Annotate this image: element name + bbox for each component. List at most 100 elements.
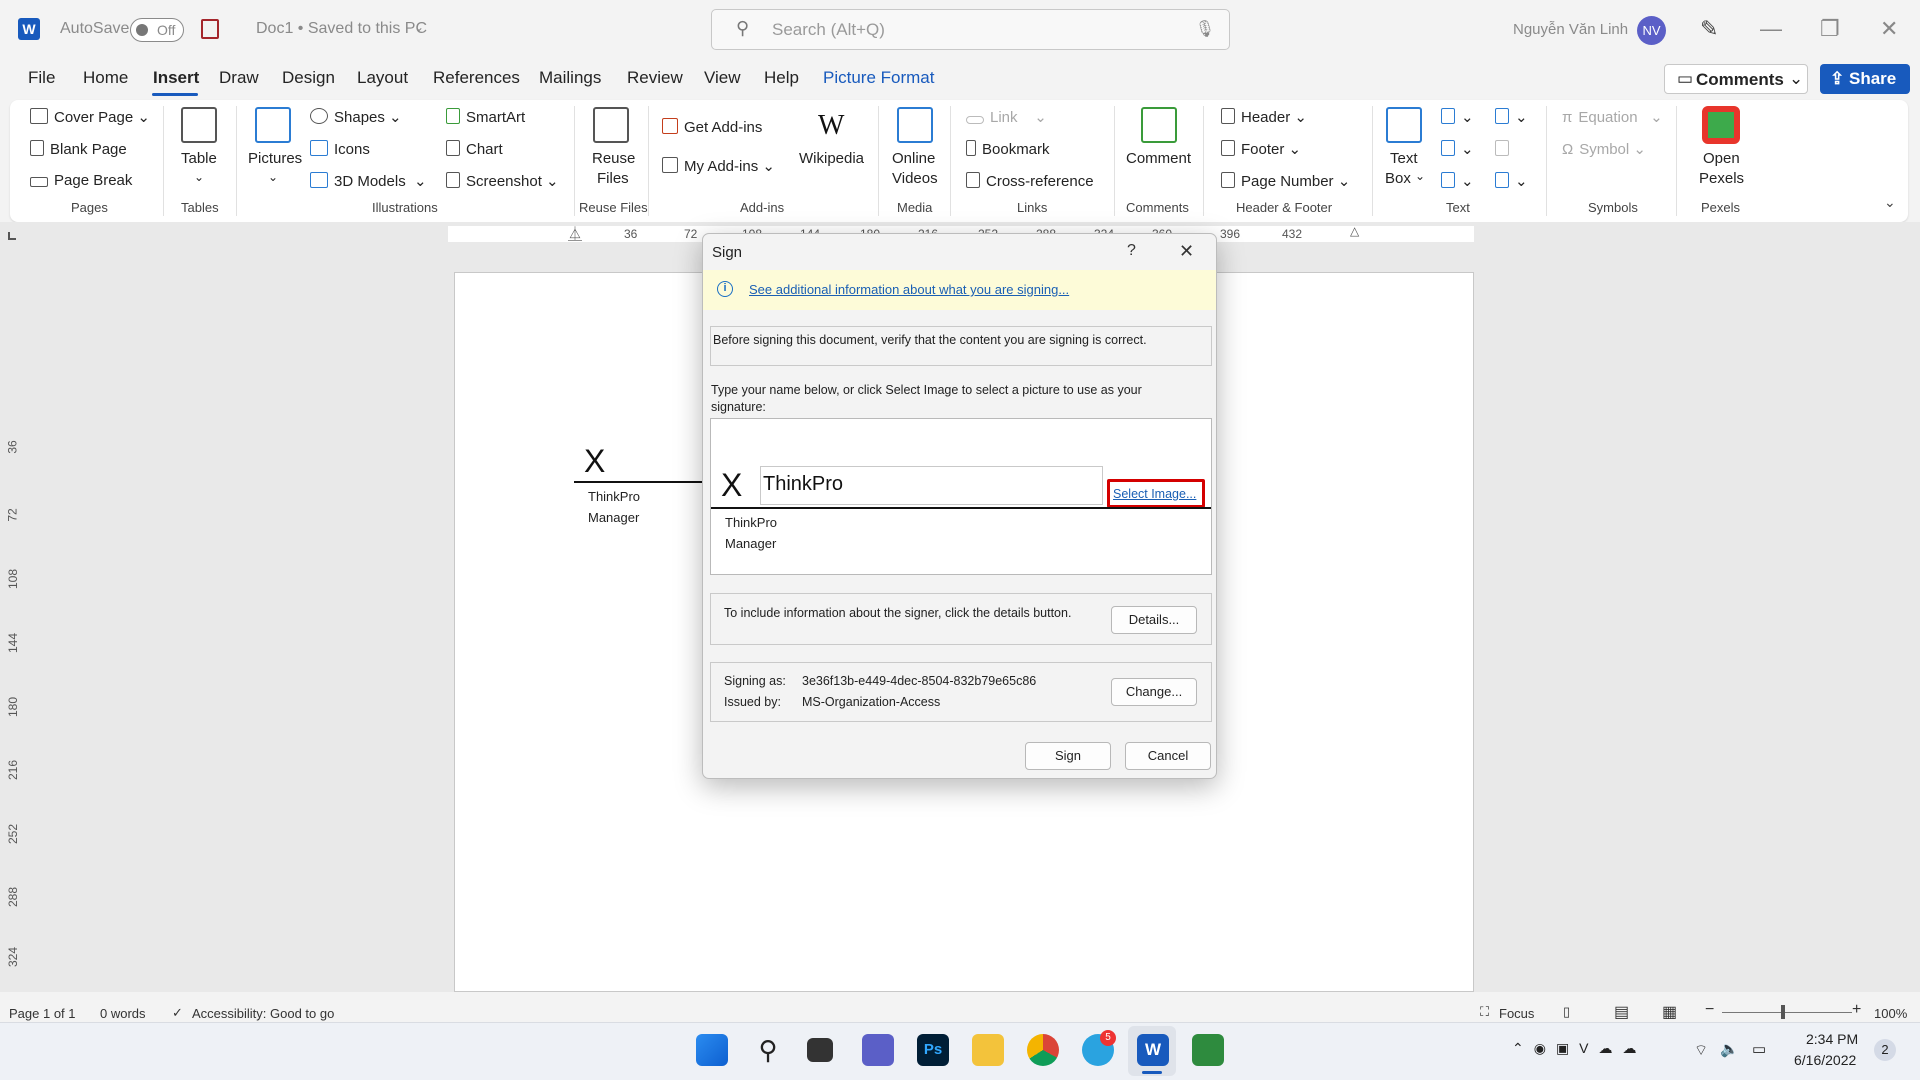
table-icon[interactable] <box>181 107 217 143</box>
word-count[interactable]: 0 words <box>100 1006 146 1021</box>
volume-icon[interactable]: 🔈 <box>1720 1040 1739 1058</box>
close-icon[interactable]: ✕ <box>1179 241 1194 262</box>
document-title[interactable]: Doc1 • Saved to this PC <box>256 20 427 38</box>
online-videos-label1[interactable]: Online <box>892 150 935 167</box>
help-icon[interactable]: ? <box>1127 242 1136 260</box>
chrome-icon[interactable] <box>1027 1034 1059 1066</box>
tab-draw[interactable]: Draw <box>219 68 259 88</box>
signature-line[interactable] <box>574 481 704 483</box>
zoom-slider-thumb[interactable] <box>1781 1005 1785 1019</box>
chevron-down-icon[interactable]: ⌄ <box>268 170 278 184</box>
page-number-button[interactable]: Page Number ⌄ <box>1221 172 1350 190</box>
date-time-button[interactable] <box>1495 140 1515 158</box>
open-pexels-label1[interactable]: Open <box>1703 150 1740 167</box>
equation-button[interactable]: π Equation ⌄ <box>1562 108 1663 126</box>
clock-time[interactable]: 2:34 PM <box>1806 1031 1858 1047</box>
get-add-ins-button[interactable]: Get Add-ins <box>662 118 762 136</box>
close-icon[interactable]: ✕ <box>1880 16 1898 42</box>
open-pexels-label2[interactable]: Pexels <box>1699 170 1744 187</box>
avatar[interactable]: NV <box>1637 16 1666 45</box>
collapse-ribbon-icon[interactable]: ⌄ <box>1884 194 1896 211</box>
table-button[interactable]: Table <box>181 150 217 167</box>
tab-picture-format[interactable]: Picture Format <box>823 68 934 88</box>
wikipedia-icon[interactable]: W <box>818 110 844 142</box>
page-break-button[interactable]: Page Break <box>30 172 132 189</box>
tab-home[interactable]: Home <box>83 68 128 88</box>
tab-view[interactable]: View <box>704 68 741 88</box>
save-icon[interactable] <box>201 19 219 39</box>
notification-badge[interactable]: 2 <box>1874 1039 1896 1061</box>
pictures-button[interactable]: Pictures <box>248 150 302 167</box>
minimize-icon[interactable]: — <box>1760 16 1782 42</box>
reuse-files-label2[interactable]: Files <box>597 170 629 187</box>
chat-icon[interactable] <box>862 1034 894 1066</box>
cover-page-button[interactable]: Cover Page ⌄ <box>30 108 150 126</box>
autosave-toggle[interactable]: Off <box>130 18 184 42</box>
comments-button[interactable]: ▭ Comments ⌄ <box>1664 64 1808 94</box>
pictures-icon[interactable] <box>255 107 291 143</box>
chevron-down-icon[interactable]: ⌄ <box>194 170 204 184</box>
zoom-level[interactable]: 100% <box>1874 1006 1907 1021</box>
text-box-label2[interactable]: Box <box>1385 170 1411 187</box>
zoom-out-icon[interactable]: − <box>1705 1001 1714 1019</box>
wikipedia-button[interactable]: Wikipedia <box>799 150 864 167</box>
chevron-down-icon[interactable]: ⌄ <box>1415 169 1425 183</box>
restore-icon[interactable]: ❐ <box>1820 16 1840 42</box>
user-name[interactable]: Nguyễn Văn Linh <box>1513 21 1628 38</box>
accessibility-status[interactable]: Accessibility: Good to go <box>192 1006 334 1021</box>
link-button[interactable]: Link ⌄ <box>966 108 1047 126</box>
shapes-button[interactable]: Shapes ⌄ <box>310 108 402 126</box>
clock-date[interactable]: 6/16/2022 <box>1794 1052 1856 1068</box>
smartart-button[interactable]: SmartArt <box>446 108 525 126</box>
right-indent-marker-icon[interactable]: △ <box>1350 224 1359 238</box>
cancel-button[interactable]: Cancel <box>1125 742 1211 770</box>
online-videos-label2[interactable]: Videos <box>892 170 938 187</box>
print-layout-icon[interactable]: ▤ <box>1614 1002 1629 1022</box>
drop-cap-button[interactable]: ⌄ <box>1441 172 1474 190</box>
object-button[interactable]: ⌄ <box>1495 172 1528 190</box>
cross-reference-button[interactable]: Cross-reference <box>966 172 1094 190</box>
vertical-ruler[interactable]: 36 72 108 144 180 216 252 288 324 <box>6 250 24 990</box>
text-box-label1[interactable]: Text <box>1390 150 1418 167</box>
wifi-icon[interactable]: ⌔ <box>1694 1041 1708 1060</box>
pexels-icon[interactable] <box>1702 106 1740 144</box>
indent-marker-icon[interactable]: ⏅ <box>568 224 582 244</box>
my-add-ins-button[interactable]: My Add-ins ⌄ <box>662 157 775 175</box>
bookmark-button[interactable]: Bookmark <box>966 140 1050 158</box>
pen-icon[interactable]: ✎ <box>1700 16 1718 42</box>
details-button[interactable]: Details... <box>1111 606 1197 634</box>
tab-mailings[interactable]: Mailings <box>539 68 601 88</box>
screenshot-button[interactable]: Screenshot ⌄ <box>446 172 559 190</box>
share-button[interactable]: ⇪ Share <box>1820 64 1910 94</box>
file-explorer-icon[interactable] <box>972 1034 1004 1066</box>
signature-name-input[interactable]: ThinkPro <box>760 466 1103 505</box>
battery-icon[interactable]: ▭ <box>1752 1040 1766 1058</box>
search-icon[interactable]: ⚲ <box>752 1034 784 1066</box>
tab-file[interactable]: File <box>28 68 55 88</box>
tab-help[interactable]: Help <box>764 68 799 88</box>
header-button[interactable]: Header ⌄ <box>1221 108 1307 126</box>
focus-button[interactable]: Focus <box>1499 1006 1534 1021</box>
zoom-slider[interactable] <box>1722 1012 1852 1013</box>
select-image-button[interactable]: Select Image... <box>1113 487 1196 501</box>
sign-button[interactable]: Sign <box>1025 742 1111 770</box>
system-tray-icons[interactable]: ⌃◉▣V☁☁ <box>1512 1040 1647 1057</box>
text-box-icon[interactable] <box>1386 107 1422 143</box>
comment-button[interactable]: Comment <box>1126 150 1191 167</box>
search-input[interactable]: ⚲ Search (Alt+Q) 🎙 <box>711 9 1230 50</box>
read-mode-icon[interactable]: ▯ <box>1563 1004 1570 1020</box>
certificate-app-icon[interactable] <box>1192 1034 1224 1066</box>
start-icon[interactable] <box>696 1034 728 1066</box>
icons-button[interactable]: Icons <box>310 140 370 158</box>
photoshop-icon[interactable]: Ps <box>917 1034 949 1066</box>
symbol-button[interactable]: Ω Symbol ⌄ <box>1562 140 1646 158</box>
chevron-down-icon[interactable]: ⌄ <box>414 20 424 34</box>
zoom-in-icon[interactable]: + <box>1852 1001 1861 1019</box>
blank-page-button[interactable]: Blank Page <box>30 140 127 158</box>
reuse-files-icon[interactable] <box>593 107 629 143</box>
change-button[interactable]: Change... <box>1111 678 1197 706</box>
word-taskbar-icon[interactable]: W <box>1137 1034 1169 1066</box>
chart-button[interactable]: Chart <box>446 140 503 158</box>
online-videos-icon[interactable] <box>897 107 933 143</box>
footer-button[interactable]: Footer ⌄ <box>1221 140 1301 158</box>
